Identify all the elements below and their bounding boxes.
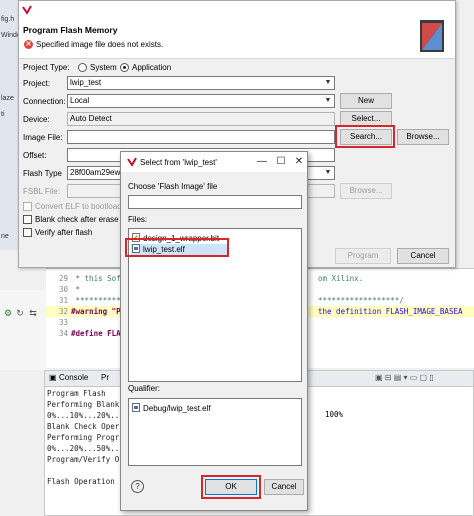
qualifier-label: Qualifier: [128, 384, 161, 393]
tab-console[interactable]: Console [59, 373, 88, 382]
project-value: lwip_test [70, 78, 102, 87]
choose-label: Choose 'Flash Image' file [128, 182, 218, 191]
device-field: Auto Detect [67, 112, 335, 126]
dialog-title: Program Flash Memory [23, 25, 118, 35]
chevron-down-icon: ▼ [324, 79, 332, 86]
select-file-dialog: Select from 'lwip_test' — ☐ ✕ Choose 'Fl… [120, 151, 308, 511]
console-line: Performing Progr [47, 433, 120, 442]
qualifier-path: Debug/lwip_test.elf [143, 404, 211, 413]
files-label: Files: [128, 215, 148, 224]
select-dialog-title: Select from 'lwip_test' [140, 158, 217, 167]
close-icon[interactable]: ✕ [293, 156, 305, 168]
chevron-down-icon: ▼ [324, 169, 332, 176]
radio-system-label: System [90, 63, 117, 72]
console-line: Flash Operation [47, 477, 115, 486]
console-line: Performing Blank [47, 400, 120, 409]
chevron-down-icon: ▼ [324, 97, 332, 104]
console-line-tail: 100% [325, 410, 344, 419]
console-line: 0%...20%...50%.. [47, 444, 120, 453]
pfm-cancel-button[interactable]: Cancel [397, 248, 449, 264]
tab-problems[interactable]: Pr [101, 373, 109, 382]
file-filter-input[interactable] [128, 195, 302, 209]
minimize-icon[interactable]: — [256, 156, 268, 168]
elf-file-icon [132, 403, 140, 412]
side-label: ne [1, 233, 9, 240]
project-select[interactable]: lwip_test ▼ [67, 76, 335, 90]
radio-application[interactable] [120, 63, 129, 72]
offset-label: Offset: [23, 151, 47, 160]
connection-select[interactable]: Local ▼ [67, 94, 335, 108]
image-file-input[interactable] [67, 130, 335, 144]
console-line: Program Flash [47, 389, 106, 398]
code-line: 30 * [58, 285, 81, 294]
console-toolbar-icons[interactable]: ▣ ⊟ ▤ ▾ ▭ ▢ ▯ [375, 373, 434, 382]
flash-type-value: 28f00am29ew-b [70, 168, 128, 177]
xilinx-logo-icon [127, 157, 137, 167]
connection-value: Local [70, 96, 90, 105]
blank-check-label: Blank check after erase [35, 215, 119, 224]
ok-highlight-box [201, 475, 261, 499]
link-icon[interactable]: ⇆ [28, 308, 38, 318]
blank-check-checkbox[interactable] [23, 215, 32, 224]
left-toolbar: ⚙ ↻ ⇆ [0, 290, 46, 370]
run-icon[interactable]: ⚙ [3, 308, 13, 318]
convert-elf-checkbox[interactable] [23, 202, 32, 211]
side-label: fig.h [1, 16, 15, 23]
search-highlight-box [335, 125, 395, 148]
code-line-tail: om Xilinx. [318, 274, 364, 283]
project-type-label: Project Type: [23, 63, 70, 72]
connection-label: Connection: [23, 97, 66, 106]
flash-banner-icon [419, 19, 445, 53]
program-button[interactable]: Program [335, 248, 391, 264]
device-label: Device: [23, 115, 50, 124]
fsbl-browse-button[interactable]: Browse... [340, 183, 392, 199]
flash-type-label: Flash Type [23, 169, 62, 178]
code-line: 33 [58, 318, 68, 327]
console-line: 0%...10%...20%... [47, 411, 124, 420]
select-dialog-titlebar: Select from 'lwip_test' — ☐ ✕ [121, 152, 307, 172]
code-line-tail: the definition FLASH_IMAGE_BASEA [318, 307, 463, 316]
project-explorer-strip: fig.h Windo laze ti ne [0, 0, 21, 250]
verify-checkbox[interactable] [23, 228, 32, 237]
fsbl-file-label: FSBL File: [23, 187, 61, 196]
radio-application-label: Application [132, 63, 172, 72]
side-label: laze [1, 95, 14, 102]
code-line: 34 #define FLA [58, 329, 121, 338]
console-line: Program/Verify O [47, 455, 120, 464]
xilinx-logo-icon [22, 5, 32, 15]
code-line: 31 *********** [58, 296, 126, 305]
verify-label: Verify after flash [35, 228, 93, 237]
project-label: Project: [23, 79, 51, 88]
select-cancel-button[interactable]: Cancel [264, 479, 304, 495]
maximize-icon[interactable]: ☐ [275, 156, 287, 168]
error-message: Specified image file does not exists. [36, 40, 164, 49]
console-output: Program Flash Performing Blank 0%...10%.… [47, 388, 124, 487]
dialog-header: Program Flash Memory ✕ Specified image f… [19, 1, 455, 59]
side-label: ti [1, 111, 5, 118]
elf-highlight-box [125, 238, 229, 257]
refresh-icon[interactable]: ↻ [15, 308, 25, 318]
help-icon[interactable]: ? [131, 480, 144, 493]
console-line: Blank Check Oper [47, 422, 120, 431]
browse-image-button[interactable]: Browse... [397, 129, 449, 145]
code-line-tail: ******************/ [318, 296, 404, 305]
list-item[interactable]: Debug/lwip_test.elf [132, 403, 211, 414]
console-icon: ▣ [49, 373, 57, 382]
radio-system[interactable] [78, 63, 87, 72]
error-icon: ✕ [24, 40, 33, 49]
qualifier-list[interactable]: Debug/lwip_test.elf [128, 398, 302, 466]
code-line: 29 * this Soft [58, 274, 126, 283]
convert-elf-label: Convert ELF to bootloadab [35, 202, 131, 211]
new-connection-button[interactable]: New [340, 93, 392, 109]
image-file-label: Image File: [23, 133, 63, 142]
